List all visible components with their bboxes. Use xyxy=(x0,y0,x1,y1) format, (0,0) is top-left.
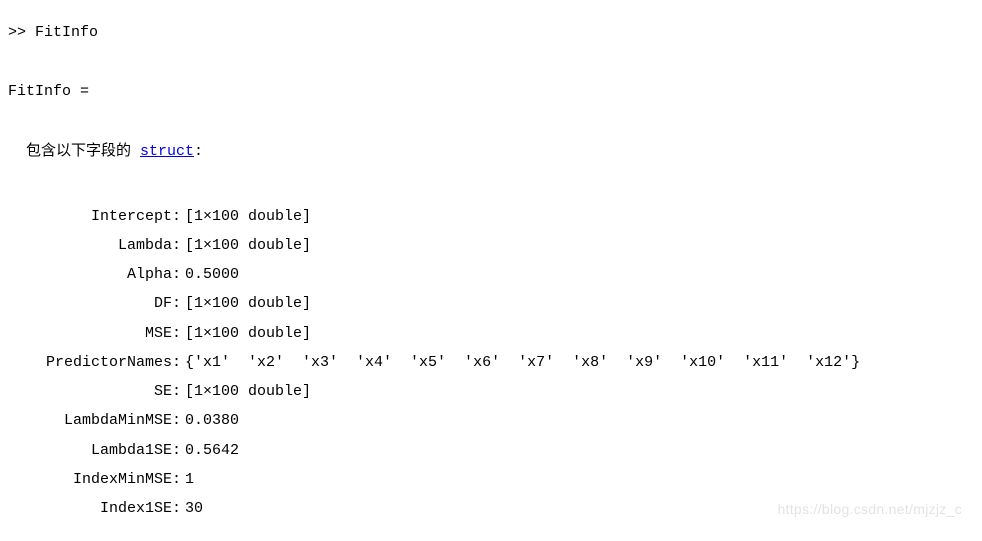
struct-field-row: Lambda1SE:0.5642 xyxy=(44,436,974,465)
blank-line xyxy=(8,106,974,135)
blank-line xyxy=(8,47,974,76)
struct-field-name: Index1SE xyxy=(44,494,172,523)
struct-field-value: [1×100 double] xyxy=(181,202,311,231)
struct-field-colon: : xyxy=(172,494,181,523)
struct-field-row: MSE:[1×100 double] xyxy=(44,319,974,348)
struct-field-value: [1×100 double] xyxy=(181,319,311,348)
struct-field-row: SE:[1×100 double] xyxy=(44,377,974,406)
struct-field-value: {'x1' 'x2' 'x3' 'x4' 'x5' 'x6' 'x7' 'x8'… xyxy=(181,348,860,377)
struct-field-name: DF xyxy=(44,289,172,318)
watermark-text: https://blog.csdn.net/mjzjz_c xyxy=(777,496,962,523)
struct-field-value: 30 xyxy=(181,494,203,523)
struct-field-name: Intercept xyxy=(44,202,172,231)
struct-field-value: [1×100 double] xyxy=(181,377,311,406)
struct-field-name: LambdaMinMSE xyxy=(44,406,172,435)
struct-field-row: Intercept:[1×100 double] xyxy=(44,202,974,231)
struct-field-row: PredictorNames:{'x1' 'x2' 'x3' 'x4' 'x5'… xyxy=(44,348,974,377)
struct-field-colon: : xyxy=(172,348,181,377)
struct-field-value: 0.0380 xyxy=(181,406,239,435)
struct-field-name: Alpha xyxy=(44,260,172,289)
struct-field-value: 0.5642 xyxy=(181,436,239,465)
struct-intro-suffix: : xyxy=(194,143,203,160)
struct-field-colon: : xyxy=(172,436,181,465)
struct-field-name: MSE xyxy=(44,319,172,348)
struct-field-name: Lambda1SE xyxy=(44,436,172,465)
result-variable-line: FitInfo = xyxy=(8,77,974,106)
struct-field-name: SE xyxy=(44,377,172,406)
struct-field-colon: : xyxy=(172,465,181,494)
struct-field-row: Lambda:[1×100 double] xyxy=(44,231,974,260)
struct-field-name: PredictorNames xyxy=(44,348,172,377)
struct-field-value: [1×100 double] xyxy=(181,231,311,260)
struct-field-colon: : xyxy=(172,260,181,289)
struct-field-value: 1 xyxy=(181,465,194,494)
struct-field-row: LambdaMinMSE:0.0380 xyxy=(44,406,974,435)
struct-fields-block: Intercept:[1×100 double]Lambda:[1×100 do… xyxy=(8,202,974,524)
struct-field-row: IndexMinMSE:1 xyxy=(44,465,974,494)
struct-field-row: DF:[1×100 double] xyxy=(44,289,974,318)
struct-link[interactable]: struct xyxy=(140,143,194,160)
struct-field-colon: : xyxy=(172,319,181,348)
struct-field-name: Lambda xyxy=(44,231,172,260)
struct-field-value: [1×100 double] xyxy=(181,289,311,318)
struct-intro-line: 包含以下字段的 struct: xyxy=(8,137,974,166)
command-prompt-line: >> FitInfo xyxy=(8,18,974,47)
struct-field-colon: : xyxy=(172,406,181,435)
struct-intro-prefix: 包含以下字段的 xyxy=(8,143,140,160)
struct-field-colon: : xyxy=(172,289,181,318)
struct-field-colon: : xyxy=(172,202,181,231)
struct-field-colon: : xyxy=(172,377,181,406)
struct-field-colon: : xyxy=(172,231,181,260)
struct-field-row: Alpha:0.5000 xyxy=(44,260,974,289)
blank-line xyxy=(8,166,974,195)
struct-field-value: 0.5000 xyxy=(181,260,239,289)
struct-field-name: IndexMinMSE xyxy=(44,465,172,494)
